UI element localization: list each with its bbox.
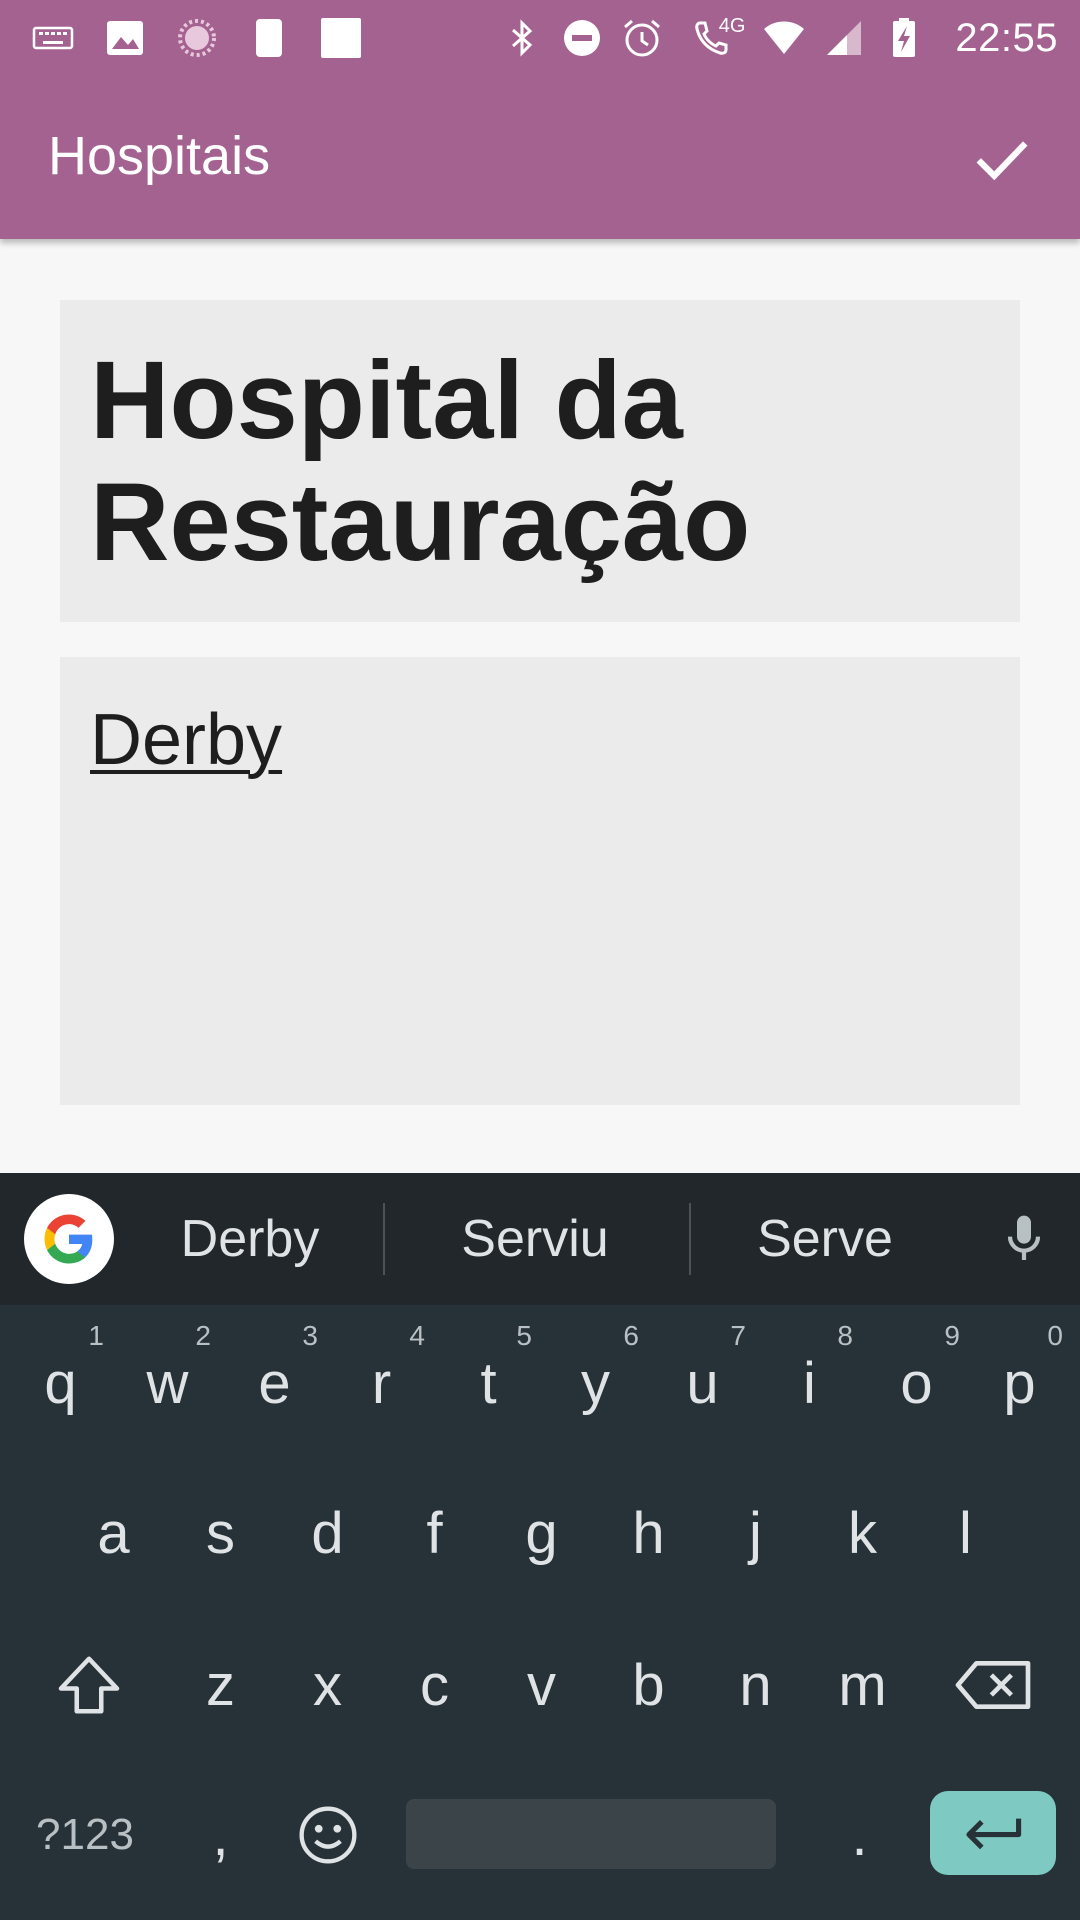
emoji-key[interactable] — [274, 1770, 381, 1900]
key-label: w — [146, 1350, 189, 1416]
key-label: q — [44, 1350, 77, 1416]
google-logo-button[interactable] — [24, 1194, 114, 1284]
key-label: u — [686, 1350, 719, 1416]
keyboard-icon — [32, 17, 74, 59]
key-q[interactable]: q1 — [7, 1318, 114, 1448]
moon-icon — [248, 17, 290, 59]
key-j[interactable]: j — [702, 1468, 809, 1598]
voice-input-button[interactable] — [986, 1201, 1062, 1277]
description-input-value[interactable]: Derby — [90, 699, 282, 781]
key-k[interactable]: k — [809, 1468, 916, 1598]
title-field[interactable]: Hospital da Restauração — [60, 300, 1020, 622]
app-bar: Hospitais — [0, 75, 1080, 239]
key-label: p — [1003, 1350, 1036, 1416]
emoji-icon — [298, 1806, 357, 1864]
do-not-disturb-icon — [561, 17, 603, 59]
key-t[interactable]: t5 — [435, 1318, 542, 1448]
key-h[interactable]: h — [595, 1468, 702, 1598]
shift-key[interactable] — [34, 1620, 144, 1750]
key-p[interactable]: p0 — [966, 1318, 1073, 1448]
key-label: o — [900, 1350, 933, 1416]
key-hint: 5 — [516, 1320, 532, 1351]
key-g[interactable]: g — [488, 1468, 595, 1598]
key-b[interactable]: b — [595, 1620, 702, 1750]
key-z[interactable]: z — [167, 1620, 274, 1750]
battery-charging-icon — [883, 17, 925, 59]
square-icon — [320, 17, 362, 59]
google-icon — [44, 1214, 93, 1264]
key-label: r — [371, 1350, 392, 1416]
key-x[interactable]: x — [274, 1620, 381, 1750]
enter-key[interactable] — [930, 1791, 1056, 1875]
suggestion-3[interactable]: Serve — [700, 1173, 950, 1305]
key-u[interactable]: u7 — [649, 1318, 756, 1448]
space-bar[interactable] — [406, 1799, 776, 1869]
signal-icon — [823, 17, 865, 59]
suggestion-2[interactable]: Serviu — [395, 1173, 675, 1305]
save-button[interactable] — [954, 111, 1050, 207]
key-label: y — [581, 1350, 610, 1416]
key-hint: 4 — [409, 1320, 425, 1351]
check-icon — [976, 141, 1028, 181]
key-f[interactable]: f — [381, 1468, 488, 1598]
enter-icon — [966, 1818, 1022, 1850]
title-input-value[interactable]: Hospital da Restauração — [90, 340, 990, 584]
shift-icon — [58, 1656, 120, 1714]
period-key[interactable]: . — [806, 1770, 913, 1900]
network-type-label: 4G — [718, 15, 746, 37]
key-s[interactable]: s — [167, 1468, 274, 1598]
wifi-icon — [763, 17, 805, 59]
suggestion-divider — [383, 1203, 385, 1275]
suggestion-bar: Derby Serviu Serve — [0, 1173, 1080, 1305]
key-hint: 7 — [730, 1320, 746, 1351]
key-hint: 3 — [302, 1320, 318, 1351]
key-r[interactable]: r4 — [328, 1318, 435, 1448]
key-v[interactable]: v — [488, 1620, 595, 1750]
symbols-key[interactable]: ?123 — [20, 1770, 150, 1900]
backspace-key[interactable] — [930, 1620, 1056, 1750]
key-a[interactable]: a — [60, 1468, 167, 1598]
key-hint: 2 — [195, 1320, 211, 1351]
key-n[interactable]: n — [702, 1620, 809, 1750]
bluetooth-icon — [501, 17, 543, 59]
suggestion-1[interactable]: Derby — [135, 1173, 365, 1305]
loading-icon — [176, 17, 218, 59]
top-bar: 4G 22:55 Hospitais — [0, 0, 1080, 239]
status-time: 22:55 — [955, 15, 1058, 60]
key-i[interactable]: i8 — [756, 1318, 863, 1448]
key-hint: 1 — [88, 1320, 104, 1351]
backspace-icon — [955, 1661, 1031, 1709]
suggestion-divider — [689, 1203, 691, 1275]
key-hint: 8 — [837, 1320, 853, 1351]
key-l[interactable]: l — [912, 1468, 1019, 1598]
page-title: Hospitais — [48, 126, 271, 186]
key-y[interactable]: y6 — [542, 1318, 649, 1448]
key-m[interactable]: m — [809, 1620, 916, 1750]
comma-key[interactable]: , — [167, 1770, 274, 1900]
key-label: i — [803, 1350, 816, 1416]
key-o[interactable]: o9 — [863, 1318, 970, 1448]
key-hint: 9 — [944, 1320, 960, 1351]
key-label: t — [480, 1350, 497, 1416]
key-label: e — [258, 1350, 291, 1416]
image-icon — [104, 17, 146, 59]
alarm-icon — [621, 17, 663, 59]
wifi-calling-icon: 4G — [681, 15, 746, 59]
key-c[interactable]: c — [381, 1620, 488, 1750]
key-hint: 0 — [1047, 1320, 1063, 1351]
description-field[interactable]: Derby — [60, 657, 1020, 1105]
status-bar: 4G 22:55 — [0, 0, 1080, 75]
key-hint: 6 — [623, 1320, 639, 1351]
key-e[interactable]: e3 — [221, 1318, 328, 1448]
microphone-icon — [1007, 1215, 1041, 1260]
key-d[interactable]: d — [274, 1468, 381, 1598]
key-w[interactable]: w2 — [114, 1318, 221, 1448]
